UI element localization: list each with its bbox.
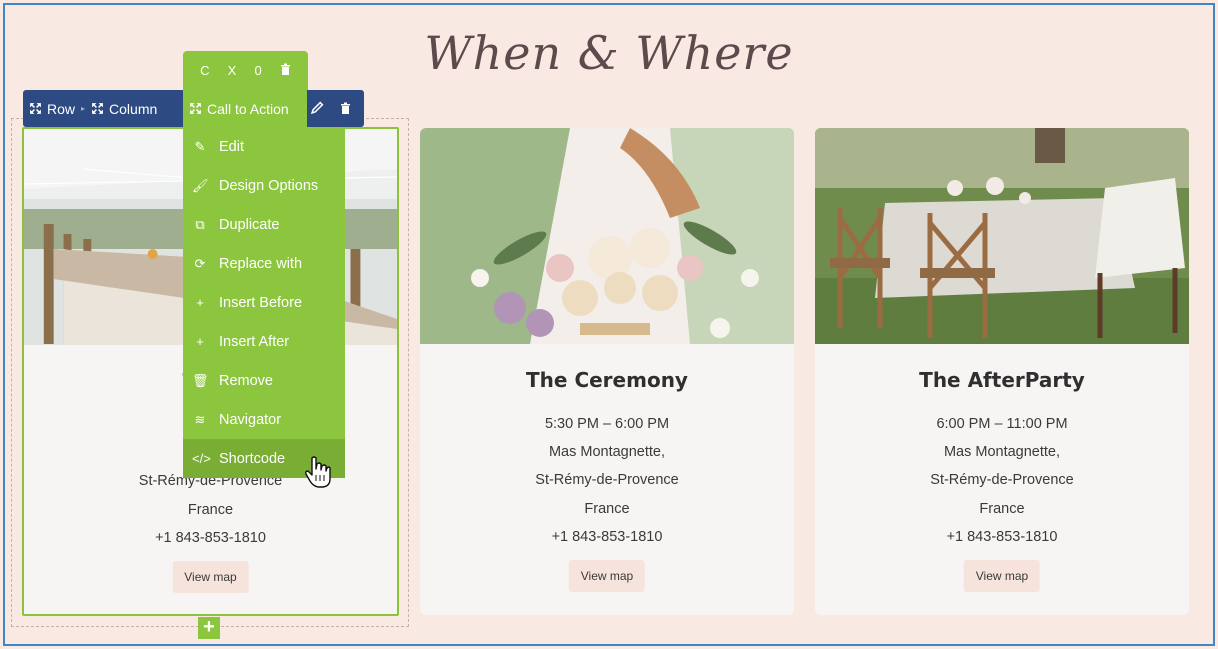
breadcrumb-row[interactable]: Row [23,101,81,117]
menu-item-navigator[interactable]: ≋ Navigator [183,400,345,439]
menu-item-replace-with[interactable]: ⟳ Replace with [183,244,345,283]
trash-icon[interactable] [280,63,291,78]
move-icon [190,103,201,114]
duplicate-icon: ⧉ [195,216,205,232]
breadcrumb-column[interactable]: Column [85,101,163,117]
breadcrumb-call-to-action[interactable]: Call to Action [183,90,307,127]
menu-item-insert-before[interactable]: + Insert Before [183,283,345,322]
card-time: 5:30 PM – 6:00 PM [544,416,670,432]
quick-bar-c[interactable]: C [200,63,209,78]
menu-item-label: Design Options [219,177,319,194]
brush-icon: 🖌 [192,177,209,193]
card-venue: Mas Montagnette, [548,444,666,461]
card-venue: Mas Montagnette, [943,444,1061,461]
menu-item-label: Duplicate [219,216,280,233]
menu-item-label: Navigator [219,411,282,428]
menu-item-insert-after[interactable]: + Insert After [183,322,345,361]
card-country: France [187,501,234,518]
menu-item-label: Remove [219,372,273,389]
menu-item-remove[interactable]: 🗑 Remove [183,361,345,400]
view-map-button[interactable]: View map [568,560,646,592]
quick-bar-0[interactable]: 0 [254,63,261,78]
layers-icon: ≋ [194,411,206,427]
card-city: St-Rémy-de-Provence [930,472,1074,489]
trash-icon: 🗑 [192,372,209,388]
hand-cursor-icon [305,456,331,488]
event-card-afterparty: The AfterParty 6:00 PM – 11:00 PM Mas Mo… [815,128,1189,615]
menu-item-label: Shortcode [219,450,286,467]
menu-item-label: Insert Before [219,294,303,311]
quick-bar-x[interactable]: X [228,63,237,78]
event-card-ceremony: The Ceremony 5:30 PM – 6:00 PM Mas Monta… [420,128,794,615]
element-context-menu: ✎ Edit 🖌 Design Options ⧉ Duplicate ⟳ Re… [183,127,345,478]
card-phone: +1 843-853-1810 [155,529,266,546]
card-country: France [979,500,1025,517]
card-title: The Ceremony [526,368,688,392]
card-phone: +1 843-853-1810 [946,528,1058,545]
move-icon [92,103,103,114]
builder-toolbar: Row ▸ Column Call to Action [23,90,364,127]
toolbar-tools [310,90,351,127]
breadcrumb-element-label: Call to Action [207,100,289,117]
menu-item-design-options[interactable]: 🖌 Design Options [183,166,345,205]
view-map-button[interactable]: View map [172,561,249,593]
breadcrumb-row-label: Row [47,100,76,117]
refresh-icon: ⟳ [194,255,206,271]
ceremony-photo [420,128,794,344]
card-info: 5:30 PM – 6:00 PM Mas Montagnette, St-Ré… [420,410,794,551]
card-title: The AfterParty [919,368,1085,392]
pencil-icon[interactable] [310,101,324,117]
add-element-button[interactable]: + [198,617,220,639]
element-quick-bar: C X 0 [183,51,308,90]
card-city: St-Rémy-de-Provence [535,472,679,489]
card-phone: +1 843-853-1810 [551,528,663,545]
card-info: 6:00 PM – 11:00 PM Mas Montagnette, St-R… [815,410,1189,551]
trash-icon[interactable] [340,101,351,117]
pencil-icon: ✎ [194,138,206,154]
breadcrumb-column-label: Column [109,100,158,117]
card-time: 6:00 PM – 11:00 PM [936,416,1068,432]
menu-item-label: Edit [219,138,244,155]
menu-item-duplicate[interactable]: ⧉ Duplicate [183,205,345,244]
menu-item-label: Replace with [219,255,303,272]
menu-item-edit[interactable]: ✎ Edit [183,127,345,166]
plus-icon: + [196,295,204,310]
move-icon [30,103,41,114]
afterparty-photo [815,128,1189,344]
menu-item-label: Insert After [219,333,290,350]
view-map-button[interactable]: View map [963,560,1041,592]
card-country: France [584,500,630,517]
code-icon: </> [192,451,211,466]
plus-icon: + [196,334,204,349]
